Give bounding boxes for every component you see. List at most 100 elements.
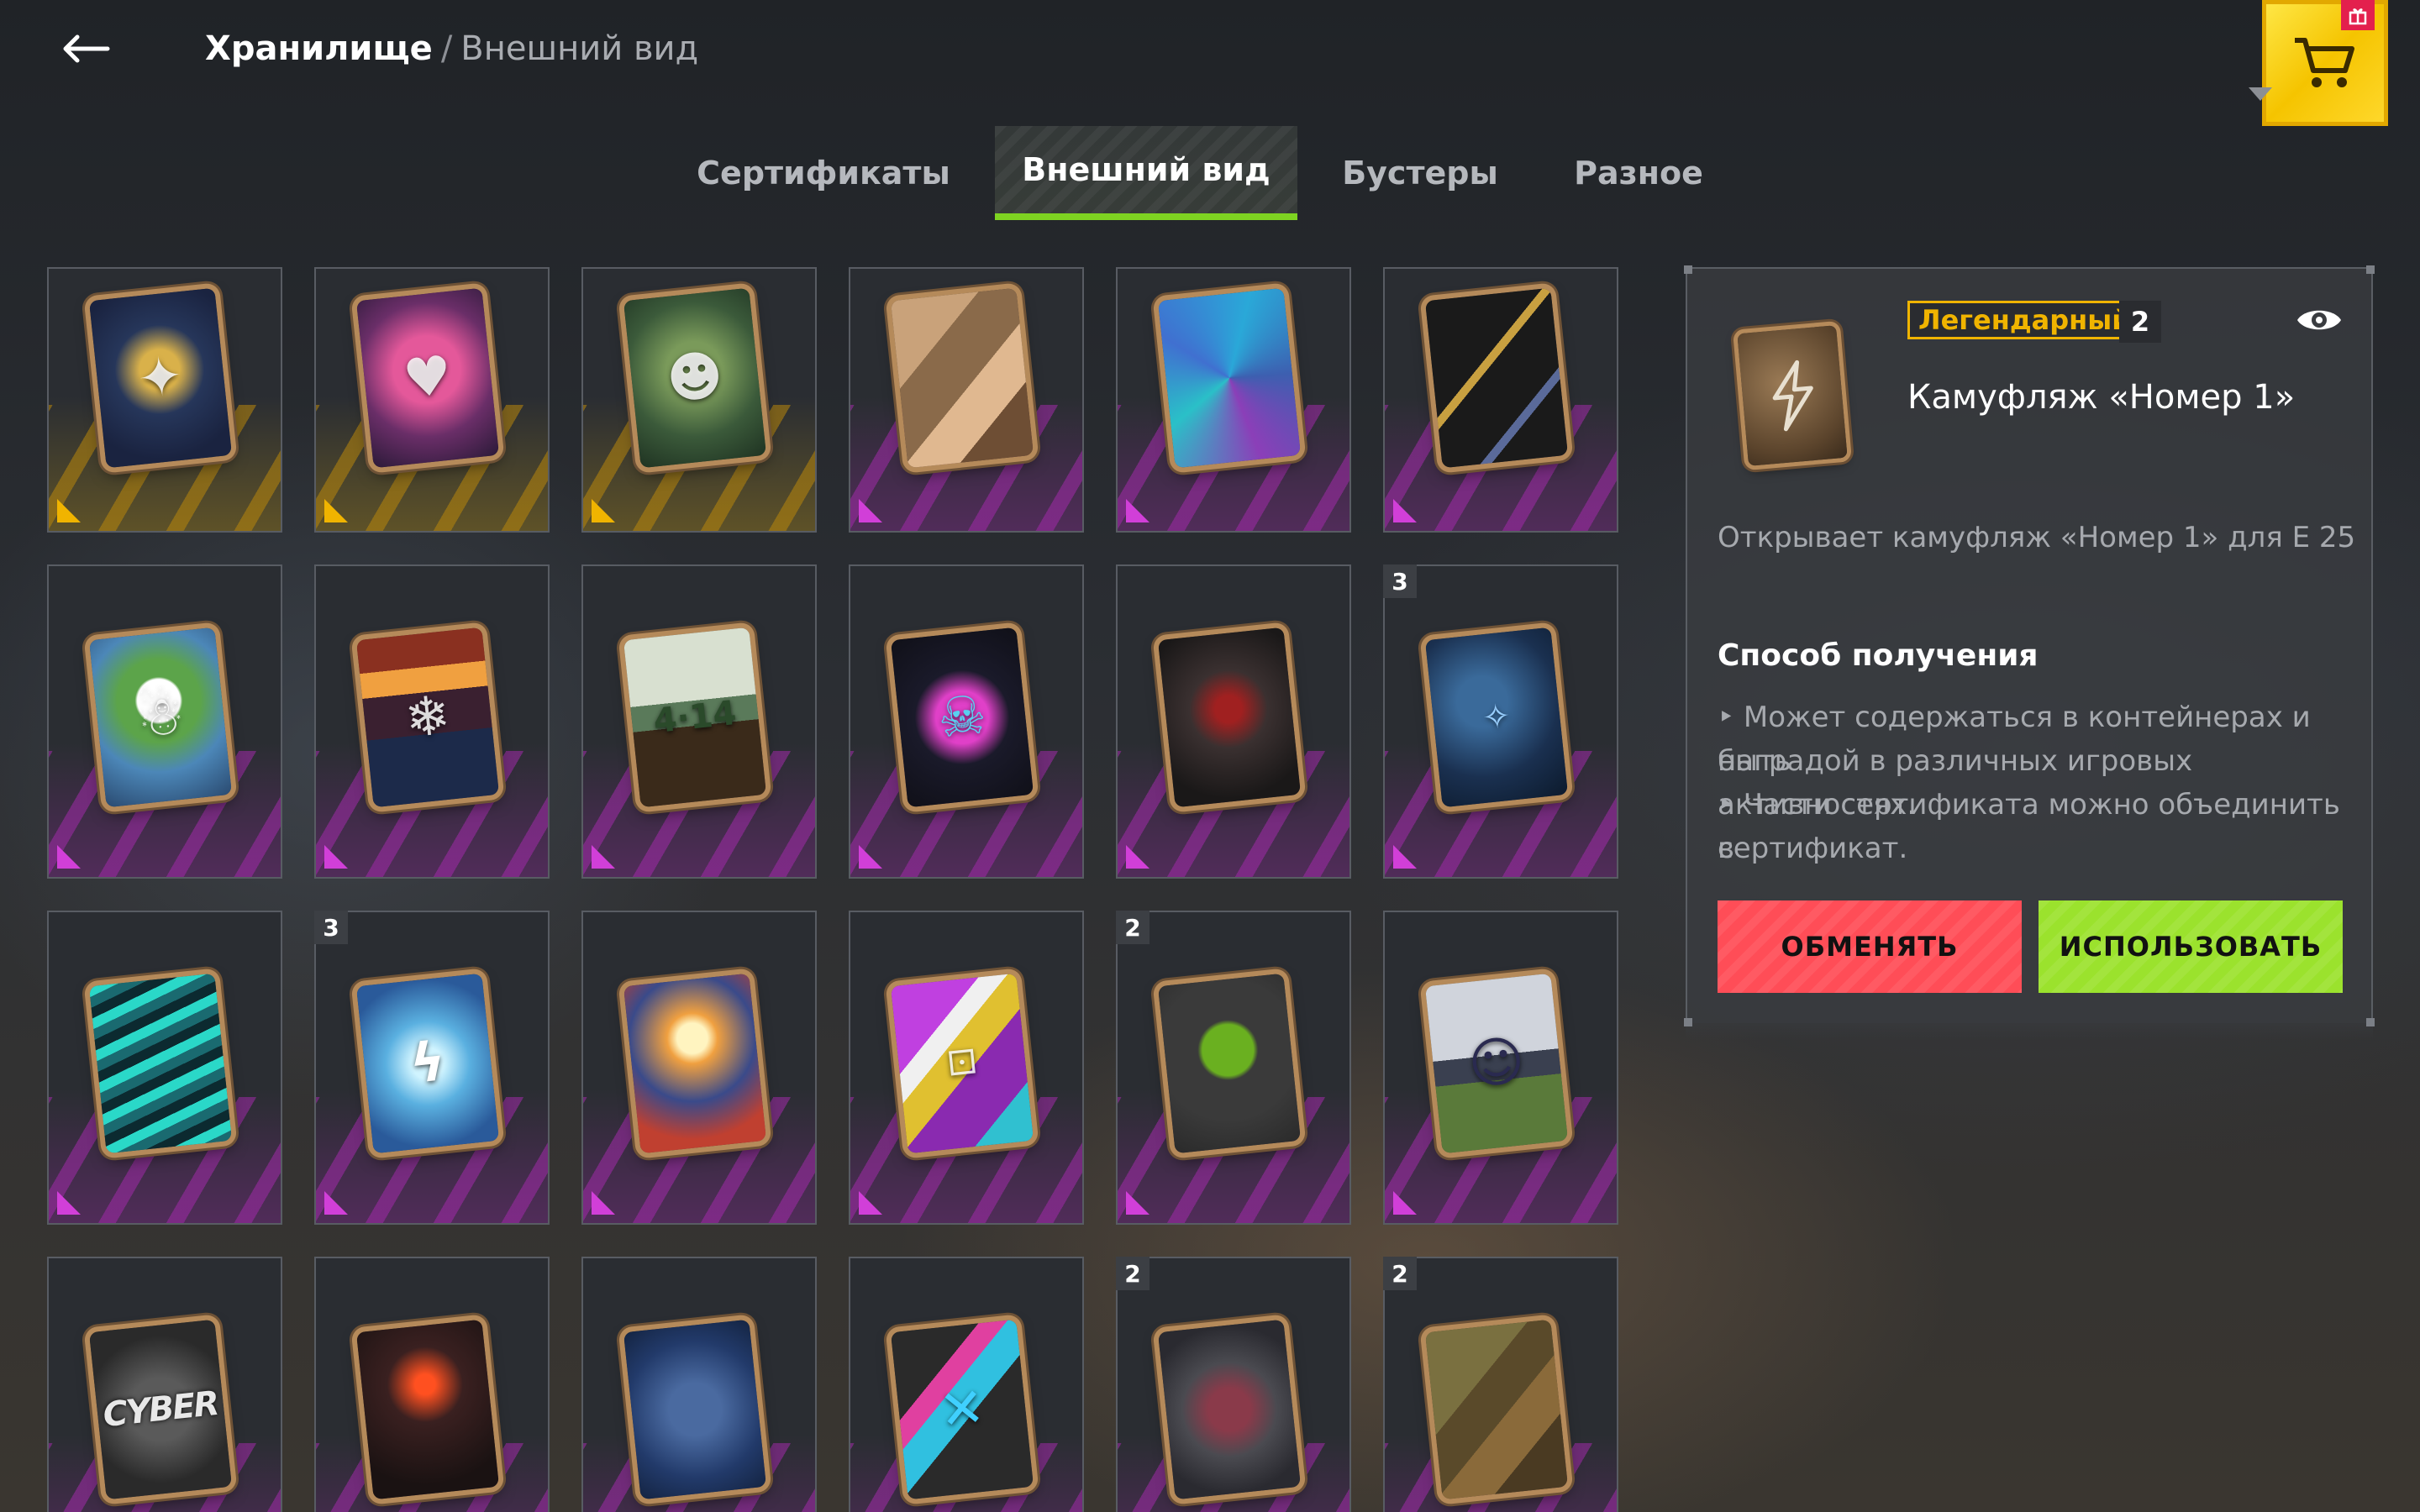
preview-eye-button[interactable] bbox=[2294, 301, 2344, 339]
item-card-image: ✦ bbox=[88, 287, 233, 469]
arrow-left-icon bbox=[63, 34, 110, 63]
lightning-emblem-icon bbox=[1772, 360, 1813, 432]
item-card-image bbox=[890, 287, 1034, 469]
grid-item[interactable] bbox=[1116, 911, 1351, 1225]
grid-item[interactable]: ☺ bbox=[1383, 911, 1618, 1225]
item-card-image: ϟ bbox=[355, 973, 500, 1154]
grid-item[interactable]: ✕ bbox=[849, 1257, 1084, 1512]
item-card-image bbox=[1424, 287, 1569, 469]
grid-item[interactable]: ⚀ bbox=[849, 911, 1084, 1225]
item-card-image bbox=[1157, 287, 1302, 469]
back-button[interactable] bbox=[55, 24, 116, 74]
grid-item[interactable]: ♥ bbox=[314, 267, 550, 533]
rarity-corner-icon bbox=[1393, 1191, 1417, 1215]
grid-item[interactable] bbox=[1383, 1257, 1618, 1512]
item-description: Открывает камуфляж «Номер 1» для E 25 bbox=[1718, 521, 2356, 554]
rarity-corner-icon bbox=[1393, 845, 1417, 869]
cyber-text: CYBER bbox=[101, 1383, 220, 1436]
item-title: Камуфляж «Номер 1» bbox=[1907, 378, 2296, 417]
item-card-image bbox=[623, 973, 767, 1154]
panel-corner bbox=[2366, 1018, 2375, 1026]
item-card-image bbox=[623, 1319, 767, 1500]
item-card-image bbox=[1424, 1319, 1569, 1500]
grid-item[interactable] bbox=[314, 1257, 550, 1512]
rarity-corner-icon bbox=[57, 499, 81, 522]
item-card-image: ☺ bbox=[1424, 973, 1569, 1154]
item-count-badge: 2 bbox=[1116, 911, 1150, 944]
rarity-badge: Легендарный bbox=[1907, 301, 2142, 339]
use-button[interactable]: ИСПОЛЬЗОВАТЬ bbox=[2039, 900, 2343, 993]
grid-item[interactable] bbox=[581, 1257, 817, 1512]
grid-item[interactable] bbox=[1383, 267, 1618, 533]
item-card-image: 4·14 bbox=[623, 627, 767, 808]
gift-icon[interactable] bbox=[2341, 0, 2375, 30]
item-card-image: ❄ bbox=[355, 627, 500, 808]
item-preview-image bbox=[1737, 325, 1848, 466]
item-count-badge: 2 bbox=[1116, 1257, 1150, 1290]
item-card-image bbox=[1157, 627, 1302, 808]
rarity-corner-icon bbox=[324, 845, 348, 869]
panel-divider bbox=[1686, 1023, 2373, 1040]
breadcrumb-root[interactable]: Хранилище bbox=[205, 29, 433, 68]
item-details-panel: Легендарный 2 Камуфляж «Номер 1» Открыва… bbox=[1686, 267, 2373, 1023]
grid-item[interactable]: ☠ bbox=[849, 564, 1084, 879]
rarity-corner-icon bbox=[1393, 499, 1417, 522]
item-count-badge: 2 bbox=[1383, 1257, 1417, 1290]
item-count-badge: 3 bbox=[314, 911, 348, 944]
rarity-corner-icon bbox=[1126, 1191, 1150, 1215]
item-count-badge: 2 bbox=[2119, 301, 2161, 343]
item-count-badge: 3 bbox=[1383, 564, 1417, 598]
item-card-image bbox=[1157, 973, 1302, 1154]
grid-item[interactable]: ϟ bbox=[314, 911, 550, 1225]
rarity-corner-icon bbox=[57, 845, 81, 869]
grid-item[interactable]: ❄ bbox=[314, 564, 550, 879]
rarity-corner-icon bbox=[324, 1191, 348, 1215]
item-card-image bbox=[1157, 1319, 1302, 1500]
rarity-corner-icon bbox=[324, 499, 348, 522]
item-card-image: ☻ bbox=[623, 287, 767, 469]
breadcrumb-current: Внешний вид bbox=[460, 29, 699, 68]
rarity-corner-icon bbox=[1126, 845, 1150, 869]
eye-icon bbox=[2297, 310, 2341, 330]
rarity-corner-icon bbox=[592, 1191, 615, 1215]
grid-item[interactable]: ✦ bbox=[47, 267, 282, 533]
dropdown-arrow-icon[interactable] bbox=[2249, 87, 2272, 101]
panel-corner bbox=[2366, 265, 2375, 274]
grid-item[interactable] bbox=[1116, 564, 1351, 879]
tab-boosters[interactable]: Бустеры bbox=[1328, 126, 1512, 220]
tab-certificates[interactable]: Сертификаты bbox=[689, 126, 958, 220]
category-tabs: Сертификаты Внешний вид Бустеры Разное bbox=[0, 126, 2420, 220]
cart-icon bbox=[2295, 38, 2354, 87]
grid-item[interactable] bbox=[1116, 267, 1351, 533]
items-grid: ✦ ♥ ☻ ☃ ❄ 4·14 ☠ ✧ 3 ϟ 3 ⚀ 2 ☺ CYBER ✕ 2… bbox=[47, 267, 1627, 1512]
breadcrumb-separator: / bbox=[440, 29, 453, 68]
item-card-image: ☠ bbox=[890, 627, 1034, 808]
grid-item[interactable]: ☃ bbox=[47, 564, 282, 879]
grid-item[interactable]: ✧ bbox=[1383, 564, 1618, 879]
rarity-corner-icon bbox=[859, 1191, 882, 1215]
grid-item[interactable]: CYBER bbox=[47, 1257, 282, 1512]
panel-corner bbox=[1684, 1018, 1692, 1026]
rarity-corner-icon bbox=[859, 845, 882, 869]
grid-item[interactable] bbox=[581, 911, 817, 1225]
item-card-image: ⚀ bbox=[890, 973, 1034, 1154]
grid-item[interactable] bbox=[47, 911, 282, 1225]
rarity-corner-icon bbox=[859, 499, 882, 522]
rarity-corner-icon bbox=[592, 845, 615, 869]
item-card-image: ☃ bbox=[88, 627, 233, 808]
item-card-image: ✕ bbox=[890, 1319, 1034, 1500]
breadcrumb: Хранилище / Внешний вид bbox=[205, 25, 698, 72]
rarity-corner-icon bbox=[1126, 499, 1150, 522]
item-card-image: ✧ bbox=[1424, 627, 1569, 808]
grid-item[interactable]: 4·14 bbox=[581, 564, 817, 879]
item-card-image: CYBER bbox=[88, 1319, 233, 1500]
item-card-image: ♥ bbox=[355, 287, 500, 469]
grid-item[interactable] bbox=[849, 267, 1084, 533]
rarity-corner-icon bbox=[57, 1191, 81, 1215]
tab-misc[interactable]: Разное bbox=[1555, 126, 1723, 220]
grid-item[interactable]: ☻ bbox=[581, 267, 817, 533]
exchange-button[interactable]: ОБМЕНЯТЬ bbox=[1718, 900, 2022, 993]
grid-item[interactable] bbox=[1116, 1257, 1351, 1512]
how-to-get-line: сертификат. bbox=[1718, 832, 1908, 865]
tab-appearance[interactable]: Внешний вид bbox=[995, 126, 1297, 220]
